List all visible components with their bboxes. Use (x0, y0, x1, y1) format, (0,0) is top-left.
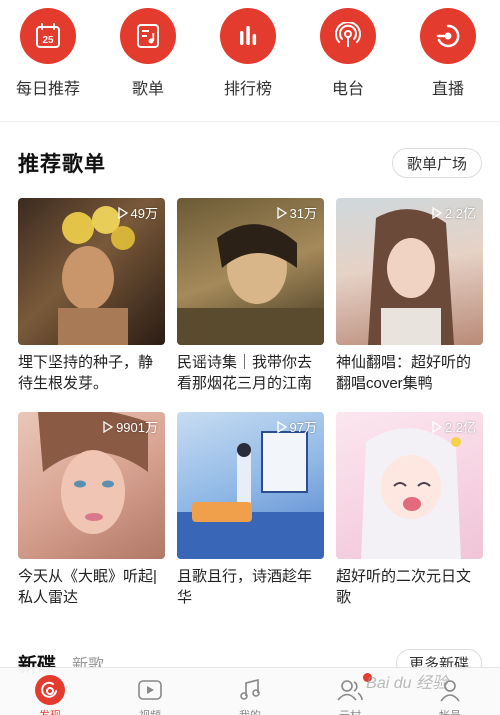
tab-label: 我的 (239, 707, 261, 715)
playlist-title: 超好听的二次元日文歌 (336, 568, 472, 606)
playlist-cover: 2.2亿 (336, 412, 483, 559)
watermark: Bai du 经验 (366, 675, 448, 692)
tab-mine[interactable]: 我的 (210, 675, 290, 715)
tab-video[interactable]: 视频 (110, 675, 190, 715)
play-count: 2.2亿 (431, 417, 476, 436)
playlist-cover: 2.2亿 (336, 198, 483, 345)
play-count: 2.2亿 (431, 203, 476, 222)
play-count: 9901万 (102, 417, 158, 436)
quick-nav: 25 每日推荐 歌单 排行榜 电台 直播 (0, 0, 500, 122)
playlist-cover: 31万 (177, 198, 324, 345)
playlist-square-button[interactable]: 歌单广场 (391, 148, 482, 178)
playlist-title: 今天从《大眠》听起|私人雷达 (18, 568, 157, 606)
nav-charts[interactable]: 排行榜 (210, 8, 286, 121)
play-count: 31万 (276, 203, 317, 222)
radio-icon (320, 8, 376, 64)
playlist-title: 且歌且行，诗酒趁年华 (177, 568, 313, 606)
chart-bars-icon (220, 8, 276, 64)
nav-playlist[interactable]: 歌单 (110, 8, 186, 121)
playlist-card[interactable]: 97万 且歌且行，诗酒趁年华 (177, 412, 324, 614)
playlist-title: 神仙翻唱：超好听的翻唱cover集鸭 (336, 354, 472, 392)
playlist-cover: 97万 (177, 412, 324, 559)
playlist-title: 埋下坚持的种子，静待生根发芽。 (18, 354, 154, 392)
tab-discover[interactable]: 发现 (10, 675, 90, 715)
play-triangle-icon (432, 206, 443, 219)
tab-label: 视频 (139, 707, 161, 715)
nav-label: 歌单 (131, 81, 164, 98)
play-count: 49万 (117, 203, 158, 222)
play-triangle-icon (276, 206, 287, 219)
friends-icon (335, 675, 365, 705)
playlist-cover: 9901万 (18, 412, 165, 559)
video-play-icon (135, 675, 165, 705)
playlist-card[interactable]: 2.2亿 超好听的二次元日文歌 (336, 412, 483, 614)
tab-label: 云村 (339, 707, 361, 715)
music-note-icon (235, 675, 265, 705)
play-triangle-icon (432, 420, 443, 433)
nav-label: 电台 (331, 81, 364, 98)
playlist-card[interactable]: 49万 埋下坚持的种子，静待生根发芽。 (18, 198, 165, 400)
play-count: 97万 (276, 417, 317, 436)
playlist-cover: 49万 (18, 198, 165, 345)
calendar-icon: 25 (20, 8, 76, 64)
play-triangle-icon (117, 206, 128, 219)
nav-daily-recommend[interactable]: 25 每日推荐 (10, 8, 86, 121)
recommend-header: 推荐歌单 歌单广场 (18, 146, 482, 180)
bottom-tabbar: 发现 视频 我的 云村 (0, 667, 500, 715)
nav-label: 直播 (431, 81, 464, 98)
playlist-card[interactable]: 2.2亿 神仙翻唱：超好听的翻唱cover集鸭 (336, 198, 483, 400)
nav-label: 每日推荐 (15, 81, 80, 98)
play-triangle-icon (276, 420, 287, 433)
playlist-title: 民谣诗集｜我带你去看那烟花三月的江南 (177, 354, 313, 392)
playlist-card[interactable]: 9901万 今天从《大眠》听起|私人雷达 (18, 412, 165, 614)
section-title: 推荐歌单 (18, 153, 106, 176)
nav-radio[interactable]: 电台 (310, 8, 386, 121)
svg-text:25: 25 (42, 35, 54, 46)
tab-label: 帐号 (439, 707, 461, 715)
netease-logo-icon (35, 675, 65, 705)
nav-label: 排行榜 (223, 81, 272, 98)
tab-label: 发现 (39, 707, 61, 715)
nav-live[interactable]: 直播 (410, 8, 486, 121)
playlist-grid: 49万 埋下坚持的种子，静待生根发芽。 31万 民谣诗集｜我带你去看那烟花三月的… (18, 198, 483, 614)
playlist-card[interactable]: 31万 民谣诗集｜我带你去看那烟花三月的江南 (177, 198, 324, 400)
playlist-icon (120, 8, 176, 64)
play-triangle-icon (103, 420, 114, 433)
live-icon (420, 8, 476, 64)
